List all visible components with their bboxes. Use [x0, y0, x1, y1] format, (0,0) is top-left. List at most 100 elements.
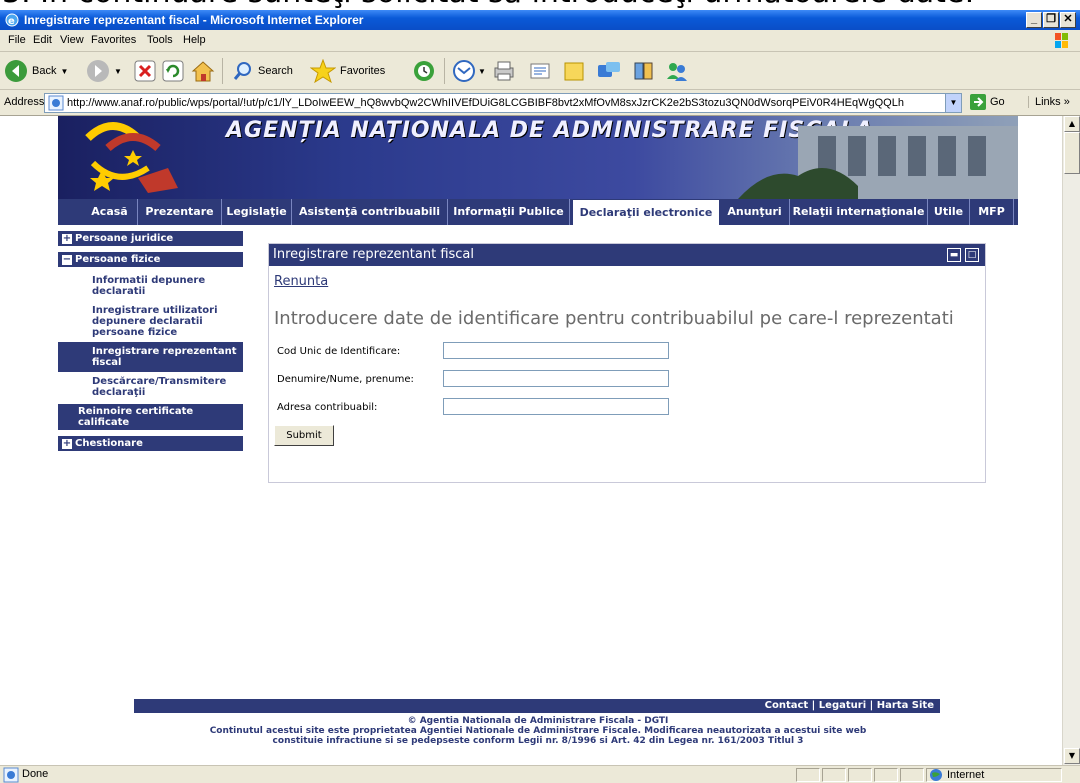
vertical-scrollbar[interactable]: ▲ ▼ [1062, 116, 1080, 765]
stop-button[interactable] [134, 57, 156, 85]
zone-label: Internet [947, 769, 985, 781]
messenger-icon [598, 62, 620, 77]
menu-favorites[interactable]: Favorites [91, 34, 136, 46]
close-button[interactable]: ✕ [1060, 12, 1076, 28]
toolbar-divider [444, 58, 445, 84]
folder-icon [564, 62, 584, 81]
menu-bar: File Edit View Favorites Tools Help [0, 30, 1080, 52]
menu-file[interactable]: File [8, 34, 26, 46]
home-button[interactable] [190, 57, 216, 85]
nav-asistenta[interactable]: Asistenţă contribuabili [292, 199, 448, 225]
left-navigation: + Persoane juridice − Persoane fizice Info… [58, 231, 243, 453]
research-button[interactable] [632, 57, 656, 85]
nav-declaratii-electronice[interactable]: Declaraţii electronice [572, 199, 720, 225]
forward-button[interactable]: ▼ [86, 57, 122, 85]
site-nav: Acasă Prezentare Legislaţie Asistenţă co… [58, 199, 1018, 225]
toolbar-divider [222, 58, 223, 84]
leftnav-reinnoire-certificate[interactable]: Reinnoire certificate calificate [58, 404, 243, 430]
print-button[interactable] [492, 57, 516, 85]
expand-plus-icon: + [62, 233, 72, 244]
copyright-line-3: constituie infractiune si se pedepseste … [272, 736, 804, 746]
history-icon [414, 61, 434, 81]
leftnav-informatii-depunere[interactable]: Informatii depunere declaratii [58, 269, 243, 301]
search-icon [233, 62, 251, 80]
leftnav-inregistrare-reprezentant[interactable]: Inregistrare reprezentant fiscal [58, 342, 243, 372]
adresa-input[interactable] [443, 398, 669, 415]
home-icon [191, 61, 215, 82]
menu-tools[interactable]: Tools [147, 34, 173, 46]
favorites-button[interactable]: Favorites [310, 57, 385, 85]
address-bar: Address http://www.anaf.ro/public/wps/po… [0, 90, 1080, 116]
research-book-icon [634, 62, 653, 80]
nav-prezentare[interactable]: Prezentare [138, 199, 222, 225]
window-titlebar: e Inregistrare reprezentant fiscal - Mic… [0, 10, 1080, 30]
scroll-thumb[interactable] [1064, 132, 1080, 174]
msn-button[interactable] [664, 57, 690, 85]
leftnav-persoane-juridice[interactable]: + Persoane juridice [58, 231, 243, 246]
nume-input[interactable] [443, 370, 669, 387]
maximize-portlet-icon[interactable]: □ [965, 248, 979, 262]
internet-explorer-icon: e [5, 13, 19, 27]
leftnav-descarcare-transmitere[interactable]: Descărcare/Transmitere declaraţii [58, 372, 243, 402]
go-button[interactable]: Go [970, 94, 1005, 110]
nume-label: Denumire/Nume, prenume: [277, 374, 414, 385]
nav-acasa[interactable]: Acasă [82, 199, 138, 225]
edit-button[interactable] [528, 57, 552, 85]
links-button[interactable]: Links » [1028, 96, 1070, 108]
status-text: Done [22, 768, 49, 780]
status-cell [822, 768, 846, 782]
site-banner: AGENȚIA NAȚIONALA DE ADMINISTRARE FISCAL… [58, 116, 1018, 199]
scroll-down-icon[interactable]: ▼ [1064, 748, 1080, 764]
go-label: Go [990, 96, 1005, 108]
favorites-label: Favorites [340, 65, 386, 77]
form-intro-heading: Introducere date de identificare pentru … [274, 308, 954, 329]
footer-bar: Contact | Legaturi | Harta Site [134, 699, 940, 713]
nav-anunturi[interactable]: Anunţuri [720, 199, 790, 225]
refresh-icon [162, 60, 184, 82]
submit-button[interactable]: Submit [274, 425, 334, 446]
stop-icon [134, 60, 156, 82]
menu-edit[interactable]: Edit [33, 34, 52, 46]
nav-mfp[interactable]: MFP [970, 199, 1014, 225]
tutorial-caption: 3. În continuare sunteţi solicitat să in… [0, 0, 1080, 10]
renunta-link[interactable]: Renunta [274, 274, 328, 289]
go-arrow-icon [970, 94, 986, 110]
svg-text:e: e [8, 16, 15, 27]
page-viewport: AGENȚIA NAȚIONALA DE ADMINISTRARE FISCAL… [0, 116, 1062, 765]
nav-legislatie[interactable]: Legislaţie [222, 199, 292, 225]
maximize-button[interactable]: ❐ [1043, 12, 1059, 28]
forward-arrow-icon [87, 60, 109, 82]
history-button[interactable] [412, 57, 436, 85]
mail-button[interactable]: ▼ [452, 57, 486, 85]
address-label: Address [4, 96, 45, 108]
minimize-portlet-icon[interactable]: ▬ [947, 248, 961, 262]
back-arrow-icon [5, 60, 27, 82]
notes-button[interactable] [562, 57, 586, 85]
leftnav-inregistrare-utilizatori[interactable]: Inregistrare utilizatori depunere declar… [58, 301, 243, 342]
address-url: http://www.anaf.ro/public/wps/portal/!ut… [67, 97, 904, 109]
leftnav-label: Persoane juridice [75, 233, 174, 244]
nav-relatii-internationale[interactable]: Relaţii internaţionale [790, 199, 928, 225]
cui-input[interactable] [443, 342, 669, 359]
address-input[interactable]: http://www.anaf.ro/public/wps/portal/!ut… [44, 93, 962, 113]
back-button[interactable]: Back ▼ [4, 57, 68, 85]
copyright-line-2: Continutul acestui site este proprietate… [209, 726, 867, 736]
globe-icon [930, 769, 942, 781]
refresh-button[interactable] [162, 57, 184, 85]
leftnav-persoane-fizice[interactable]: − Persoane fizice [58, 252, 243, 267]
status-bar: Done Internet [0, 765, 1080, 783]
nav-informatii-publice[interactable]: Informaţii Publice [448, 199, 570, 225]
messenger-button[interactable] [596, 57, 622, 85]
windows-logo-icon [1055, 33, 1068, 48]
leftnav-chestionare[interactable]: + Chestionare [58, 436, 243, 451]
footer-links[interactable]: Contact | Legaturi | Harta Site [765, 699, 934, 713]
nav-utile[interactable]: Utile [928, 199, 970, 225]
minimize-button[interactable]: _ [1026, 12, 1042, 28]
menu-view[interactable]: View [60, 34, 84, 46]
leftnav-label: Chestionare [75, 438, 143, 449]
menu-help[interactable]: Help [183, 34, 206, 46]
printer-icon [494, 61, 514, 81]
scroll-up-icon[interactable]: ▲ [1064, 116, 1080, 132]
search-button[interactable]: Search [232, 57, 293, 85]
address-dropdown-icon[interactable]: ▼ [945, 94, 961, 112]
